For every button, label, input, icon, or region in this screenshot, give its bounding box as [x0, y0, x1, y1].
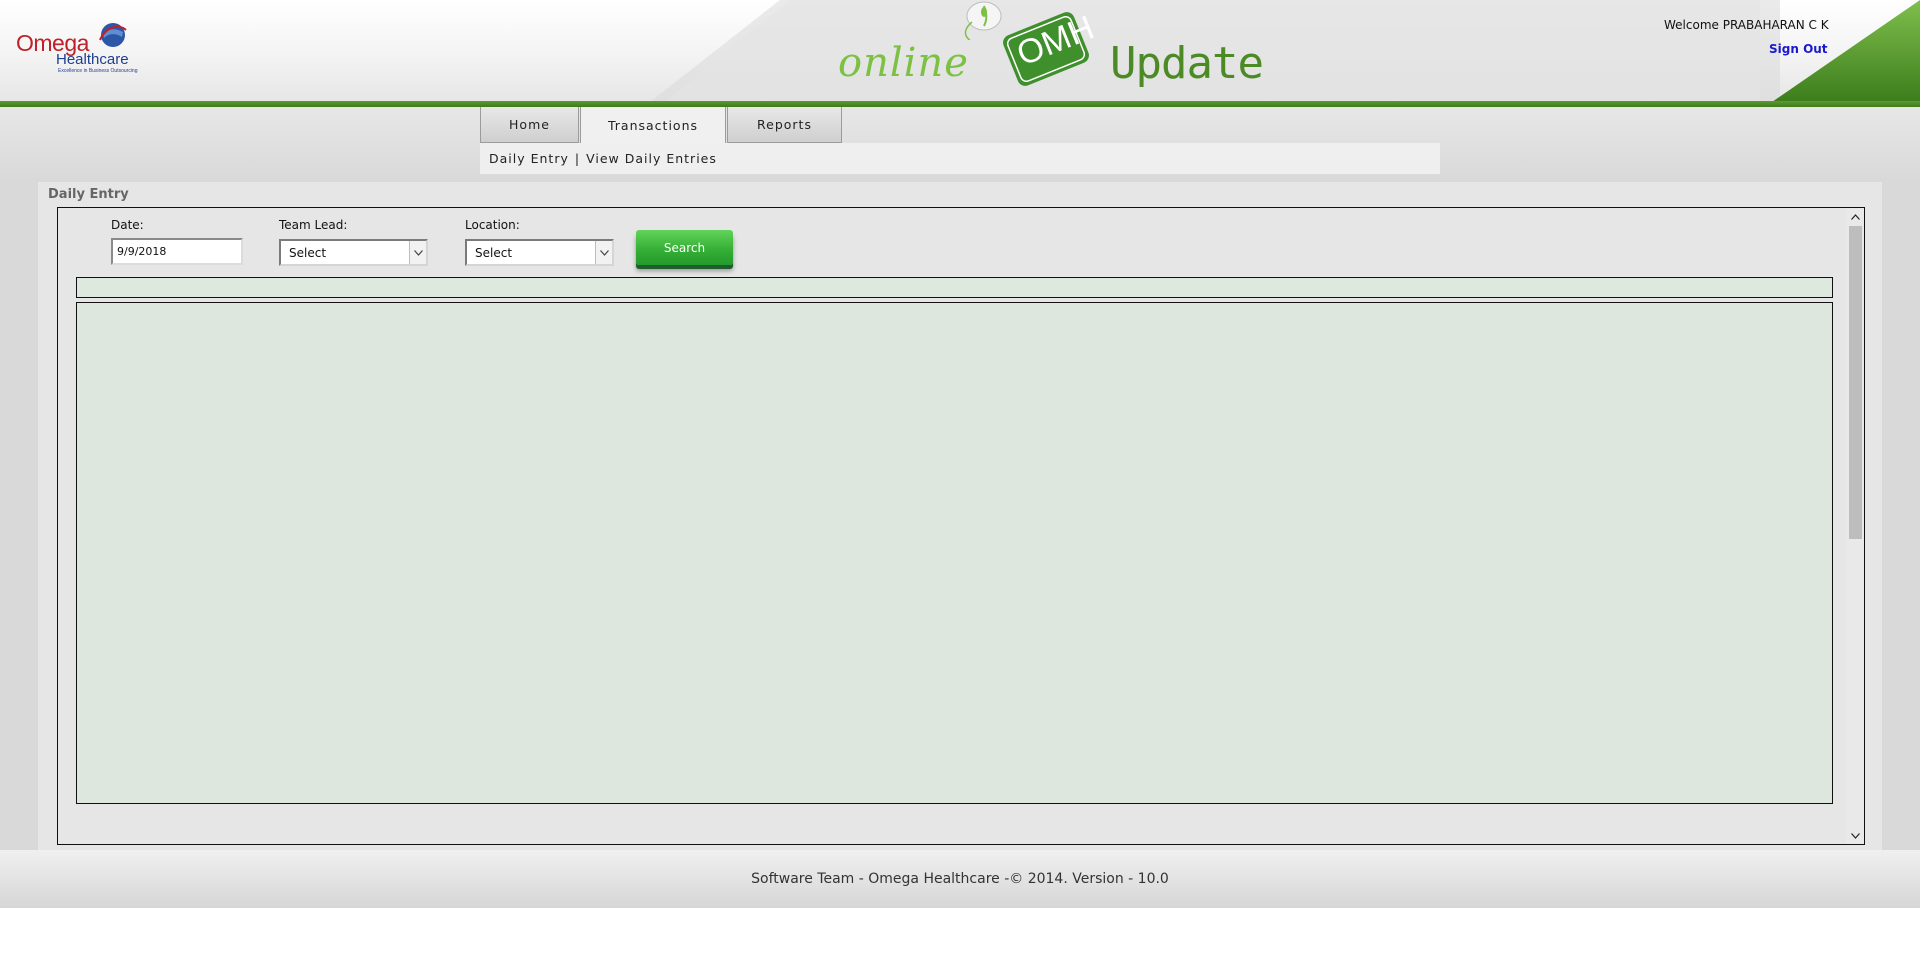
team-lead-select[interactable]: Select [279, 239, 428, 266]
omega-logo: Omega Healthcare Excellence in Business … [16, 18, 138, 78]
location-select[interactable]: Select [465, 239, 614, 266]
globe-icon [99, 23, 127, 47]
footer: Software Team - Omega Healthcare -© 2014… [0, 850, 1920, 908]
location-selected-value: Select [475, 245, 513, 260]
subnav-view-daily-entries-link[interactable]: View Daily Entries [586, 151, 717, 166]
brand-online-text: online [838, 40, 969, 86]
subnav-separator: | [574, 151, 581, 166]
daily-entry-panel: Daily Entry Date: Team Lead: Select Loca… [38, 182, 1882, 850]
footer-text: Software Team - Omega Healthcare -© 2014… [751, 871, 1169, 887]
omh-update-banner: online OMH Update [838, 0, 1264, 102]
date-input[interactable] [111, 238, 243, 265]
header-corner-decoration [1772, 0, 1920, 102]
chevron-down-icon[interactable] [409, 241, 426, 264]
content-frame: Date: Team Lead: Select Location: Select… [57, 207, 1865, 845]
chevron-down-icon[interactable] [595, 241, 612, 264]
navigation-bar: Home Transactions Reports Daily Entry | … [0, 107, 1920, 180]
date-label: Date: [111, 218, 144, 232]
panel-title: Daily Entry [48, 187, 129, 202]
scrollbar-thumb[interactable] [1849, 226, 1862, 539]
team-lead-label: Team Lead: [279, 218, 348, 232]
team-lead-selected-value: Select [289, 245, 327, 260]
logo-tagline: Excellence in Business Outsourcing [58, 68, 138, 74]
brand-update-text: Update [1110, 38, 1264, 89]
header: Omega Healthcare Excellence in Business … [0, 0, 1920, 102]
scroll-down-icon[interactable] [1846, 827, 1864, 844]
results-header-strip [76, 277, 1833, 298]
tab-transactions[interactable]: Transactions [580, 107, 726, 144]
logo-healthcare-text: Healthcare [56, 51, 129, 68]
vertical-scrollbar[interactable] [1846, 208, 1864, 844]
tab-reports[interactable]: Reports [727, 107, 842, 143]
mouse-icon [964, 1, 1002, 40]
subnav: Daily Entry | View Daily Entries [480, 143, 1440, 174]
tab-home[interactable]: Home [480, 107, 579, 143]
search-button[interactable]: Search [636, 230, 733, 265]
subnav-daily-entry-link[interactable]: Daily Entry [489, 151, 569, 166]
results-grid [76, 302, 1833, 804]
scroll-up-icon[interactable] [1846, 208, 1864, 225]
location-label: Location: [465, 218, 520, 232]
